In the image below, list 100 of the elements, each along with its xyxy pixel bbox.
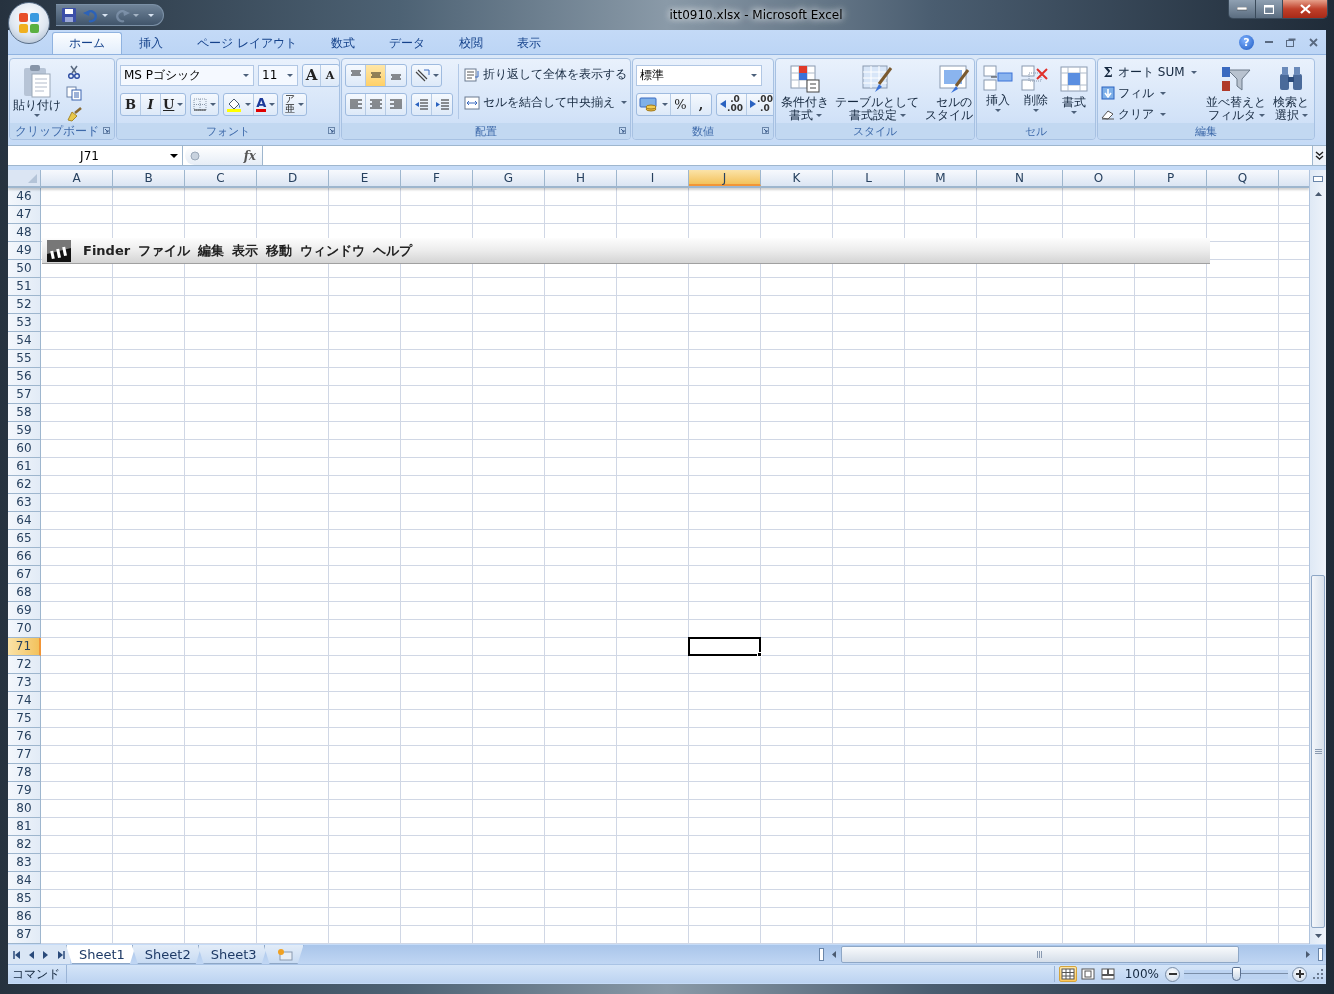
expand-formula-button[interactable] — [1312, 146, 1326, 165]
office-button[interactable] — [8, 2, 50, 44]
column-header[interactable]: E — [329, 170, 401, 186]
phonetic-button[interactable]: ア 亜 — [283, 93, 307, 115]
decrease-decimal-button[interactable]: .00 .0 — [746, 93, 773, 115]
row-header[interactable]: 67 — [8, 566, 41, 584]
fill-button[interactable]: フィル — [1101, 83, 1201, 103]
row-header[interactable]: 62 — [8, 476, 41, 494]
delete-button[interactable]: 削除 — [1019, 62, 1053, 112]
row-header[interactable]: 58 — [8, 404, 41, 422]
autosum-button[interactable]: Σ オート SUM — [1101, 62, 1201, 82]
format-button[interactable]: 書式 — [1057, 62, 1091, 114]
row-header[interactable]: 64 — [8, 512, 41, 530]
row-header[interactable]: 70 — [8, 620, 41, 638]
row-header[interactable]: 77 — [8, 746, 41, 764]
font-size-field[interactable]: 11 — [258, 64, 298, 86]
column-header[interactable]: L — [833, 170, 905, 186]
ribbon-tab[interactable]: データ — [371, 32, 442, 54]
name-box[interactable]: J71 — [8, 146, 183, 165]
row-header[interactable]: 81 — [8, 818, 41, 836]
row-header[interactable]: 85 — [8, 890, 41, 908]
column-header[interactable]: H — [545, 170, 617, 186]
row-header[interactable]: 72 — [8, 656, 41, 674]
column-header[interactable]: P — [1135, 170, 1207, 186]
row-header[interactable]: 52 — [8, 296, 41, 314]
column-header[interactable]: M — [905, 170, 977, 186]
copy-button[interactable] — [64, 83, 84, 103]
row-header[interactable]: 54 — [8, 332, 41, 350]
view-button[interactable] — [1098, 966, 1117, 982]
font-name-field[interactable]: MS Pゴシック — [120, 64, 254, 86]
row-header[interactable]: 56 — [8, 368, 41, 386]
currency-button[interactable] — [637, 93, 671, 115]
column-header[interactable]: G — [473, 170, 545, 186]
row-header[interactable]: 78 — [8, 764, 41, 782]
row-header[interactable]: 60 — [8, 440, 41, 458]
column-header[interactable]: C — [185, 170, 257, 186]
row-header[interactable]: 61 — [8, 458, 41, 476]
format-as-table-button[interactable]: テーブルとして 書式設定 — [834, 62, 920, 122]
row-header[interactable]: 80 — [8, 800, 41, 818]
dialog-launcher-button[interactable] — [618, 126, 627, 135]
close-button[interactable] — [1283, 0, 1327, 18]
column-header[interactable]: A — [41, 170, 113, 186]
row-header[interactable]: 75 — [8, 710, 41, 728]
row-header[interactable]: 69 — [8, 602, 41, 620]
percent-button[interactable]: % — [671, 93, 691, 115]
column-header[interactable]: K — [761, 170, 833, 186]
row-header[interactable]: 59 — [8, 422, 41, 440]
wrap-text-button[interactable]: 折り返して全体を表示する — [464, 64, 627, 85]
scroll-thumb[interactable] — [840, 946, 1239, 963]
increase-decimal-button[interactable]: .0 .00 — [717, 93, 747, 115]
dialog-launcher-button[interactable] — [102, 126, 111, 135]
maximize-button[interactable] — [1256, 0, 1283, 18]
zoom-slider[interactable] — [1184, 969, 1288, 979]
ribbon-tab[interactable]: 校閲 — [441, 32, 500, 54]
dialog-launcher-button[interactable] — [327, 126, 336, 135]
conditional-format-button[interactable]: 条件付き 書式 — [780, 62, 830, 122]
ribbon-tab[interactable]: 挿入 — [122, 32, 180, 54]
number-format-field[interactable]: 標準 — [636, 64, 762, 86]
view-button[interactable] — [1078, 966, 1097, 982]
indent-button[interactable] — [412, 93, 432, 115]
zoom-out-button[interactable] — [1165, 966, 1180, 982]
column-header[interactable]: B — [113, 170, 185, 186]
align-button[interactable] — [366, 64, 386, 86]
row-header[interactable]: 48 — [8, 224, 41, 242]
column-header[interactable]: N — [977, 170, 1063, 186]
comma-button[interactable]: , — [691, 93, 711, 115]
insert-sheet-button[interactable] — [263, 945, 304, 964]
fill-color-button[interactable] — [224, 93, 255, 115]
bold-button[interactable]: B — [121, 93, 141, 115]
paste-button[interactable]: 貼り付け — [13, 62, 61, 124]
find-select-button[interactable]: 検索と 選択 — [1271, 62, 1311, 122]
row-header[interactable]: 57 — [8, 386, 41, 404]
row-header[interactable]: 79 — [8, 782, 41, 800]
row-header[interactable]: 53 — [8, 314, 41, 332]
italic-button[interactable]: I — [141, 93, 161, 115]
ribbon-tab[interactable]: 表示 — [499, 32, 558, 54]
dialog-launcher-button[interactable] — [761, 126, 770, 135]
row-header[interactable]: 76 — [8, 728, 41, 746]
sort-filter-button[interactable]: 並べ替えと フィルタ — [1204, 62, 1268, 122]
column-header[interactable]: D — [257, 170, 329, 186]
row-header[interactable]: 51 — [8, 278, 41, 296]
row-header[interactable]: 83 — [8, 854, 41, 872]
close-button[interactable] — [1306, 35, 1320, 49]
row-header[interactable]: 49 — [8, 242, 41, 260]
column-header[interactable]: Q — [1207, 170, 1279, 186]
row-header[interactable]: 55 — [8, 350, 41, 368]
format-painter-button[interactable] — [64, 104, 84, 124]
grow-font-button[interactable]: A — [303, 64, 321, 86]
fill-handle[interactable] — [757, 652, 762, 657]
zoom-in-button[interactable] — [1292, 966, 1307, 982]
view-button[interactable] — [1058, 966, 1077, 982]
row-header[interactable]: 63 — [8, 494, 41, 512]
row-header[interactable]: 86 — [8, 908, 41, 926]
scroll-thumb[interactable] — [1311, 575, 1325, 928]
row-header[interactable]: 84 — [8, 872, 41, 890]
split-handle[interactable] — [1318, 948, 1323, 961]
ribbon-tab[interactable]: ホーム — [52, 32, 122, 54]
sheet-tab[interactable]: Sheet3 — [197, 945, 268, 964]
row-header[interactable]: 87 — [8, 926, 41, 944]
merge-center-button[interactable]: セルを結合して中央揃え — [464, 92, 627, 113]
